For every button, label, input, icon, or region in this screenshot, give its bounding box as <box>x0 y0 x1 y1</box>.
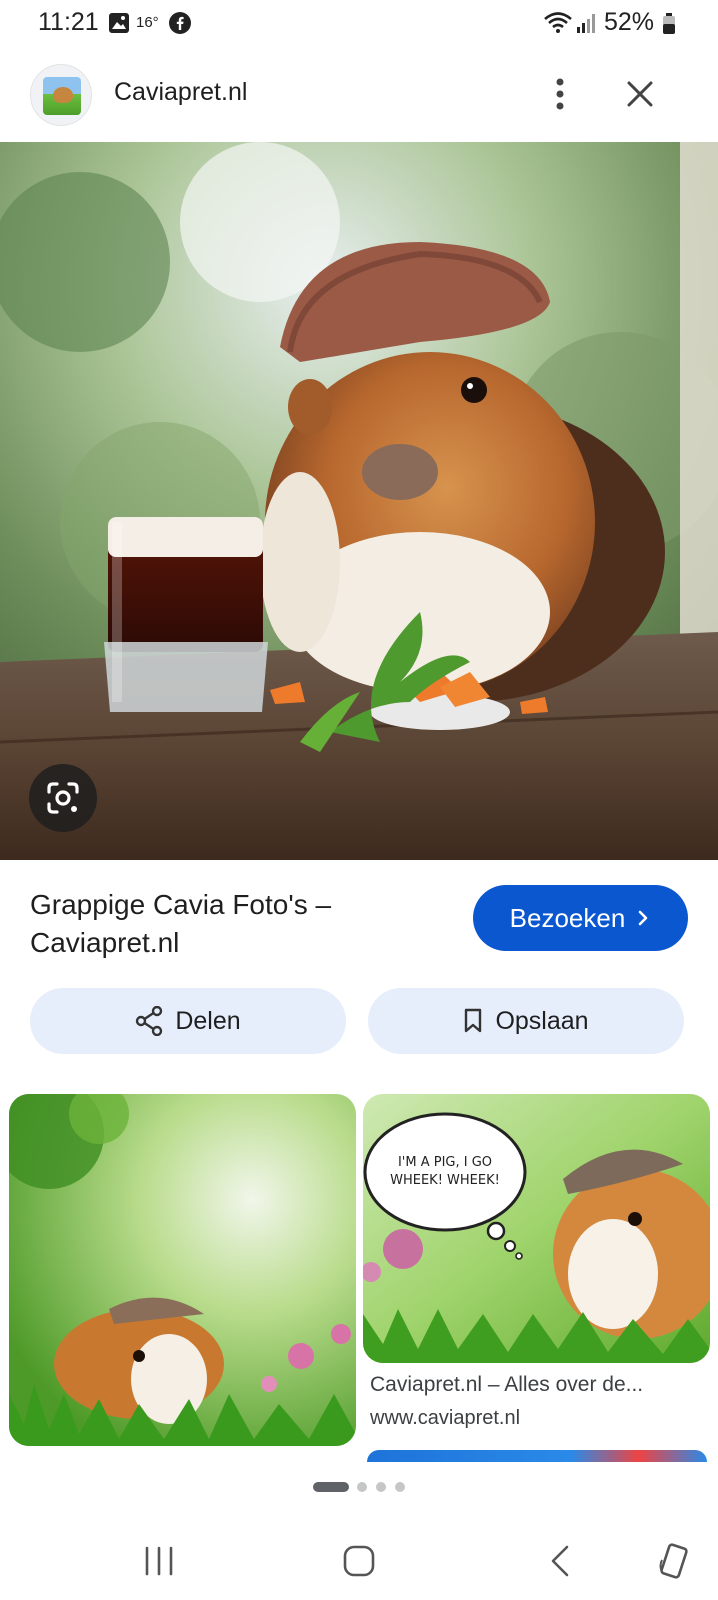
bookmark-icon <box>465 1008 482 1033</box>
result-title[interactable]: Grappige Cavia Foto's – Caviapret.nl <box>30 886 430 962</box>
visit-button-label: Bezoeken <box>509 902 626 933</box>
battery-icon <box>663 13 675 34</box>
pagination-dot <box>357 1482 367 1492</box>
guinea-pig-photo <box>0 142 718 860</box>
share-button[interactable]: Delen <box>30 988 346 1054</box>
more-options-button[interactable] <box>540 74 580 114</box>
share-icon <box>136 1006 163 1036</box>
status-temperature: 16° <box>136 14 159 31</box>
close-icon <box>627 81 653 107</box>
home-icon[interactable] <box>342 1544 376 1578</box>
site-name[interactable]: Caviapret.nl <box>114 78 247 107</box>
share-label: Delen <box>175 1006 241 1035</box>
facebook-icon <box>169 12 191 34</box>
pagination-dot-active <box>313 1482 349 1492</box>
save-label: Opslaan <box>495 1006 589 1035</box>
site-favicon-image <box>43 77 81 115</box>
related-image-guinea-pig-grass <box>9 1094 356 1446</box>
speech-bubble-text-2: WHEEK! WHEEK! <box>390 1173 500 1188</box>
rotate-screen-icon[interactable] <box>656 1542 692 1580</box>
back-icon[interactable] <box>548 1544 572 1578</box>
battery-percent: 52% <box>604 8 655 36</box>
more-vert-icon <box>556 78 564 110</box>
related-image-guinea-pig-bubble: I'M A PIG, I GO WHEEK! WHEEK! <box>363 1094 710 1363</box>
google-lens-button[interactable] <box>29 764 97 832</box>
main-image[interactable] <box>0 142 718 860</box>
pagination-dot <box>395 1482 405 1492</box>
pagination-dots <box>0 1478 718 1494</box>
save-button[interactable]: Opslaan <box>368 988 684 1054</box>
related-source-url[interactable]: www.caviapret.nl <box>370 1407 520 1430</box>
related-image-card[interactable] <box>9 1094 356 1446</box>
status-time: 11:21 <box>38 8 99 36</box>
lens-icon <box>47 782 79 814</box>
site-favicon[interactable] <box>30 64 92 126</box>
system-navigation-bar <box>0 1520 718 1600</box>
speech-bubble-text-1: I'M A PIG, I GO <box>398 1155 492 1170</box>
chevron-right-icon <box>639 910 648 926</box>
wifi-icon <box>544 12 572 33</box>
recent-apps-icon[interactable] <box>142 1546 176 1576</box>
related-image-card[interactable]: I'M A PIG, I GO WHEEK! WHEEK! <box>363 1094 710 1363</box>
related-title[interactable]: Caviapret.nl – Alles over de... <box>370 1373 643 1397</box>
visit-button[interactable]: Bezoeken <box>473 885 688 951</box>
signal-icon <box>577 14 595 33</box>
status-bar: 11:21 16° 52% <box>0 0 718 48</box>
source-header: Caviapret.nl <box>0 56 718 140</box>
next-related-card-peek[interactable] <box>367 1450 707 1462</box>
close-button[interactable] <box>620 74 660 114</box>
gallery-icon <box>109 13 129 33</box>
pagination-dot <box>376 1482 386 1492</box>
